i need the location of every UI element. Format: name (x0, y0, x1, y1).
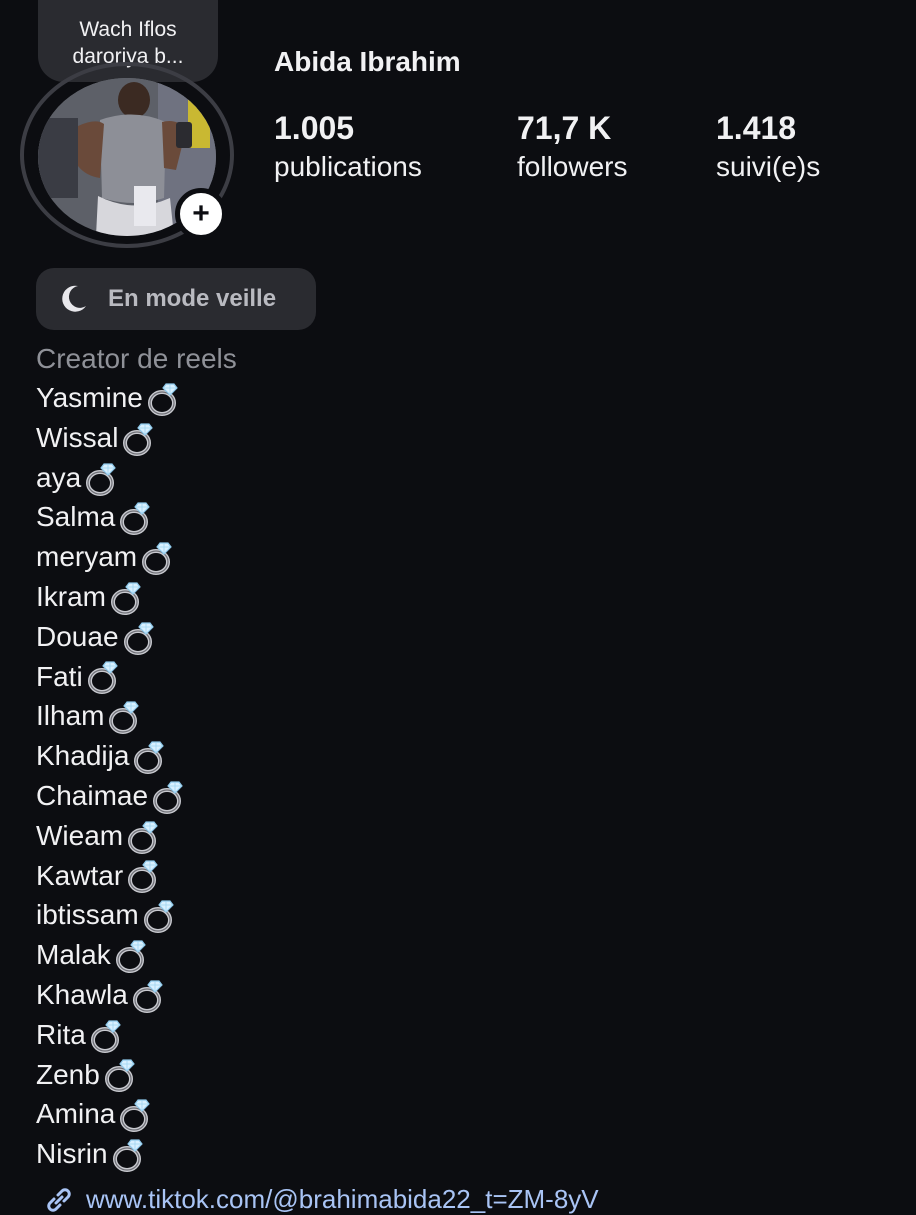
bio-name-text: Yasmine (36, 382, 143, 413)
bio-name-item: ibtissam (36, 895, 237, 935)
stat-followers-label: followers (517, 151, 628, 182)
bio-name-item: Zenb (36, 1055, 237, 1095)
bio-name-text: Salma (36, 501, 116, 533)
stat-following-value: 1.418 (716, 110, 797, 146)
ring-icon (124, 855, 164, 895)
ring-icon (105, 696, 145, 736)
bio-name-item: Rita (36, 1015, 237, 1055)
bio-name-item: Wieam (36, 816, 237, 856)
stat-followers[interactable]: 71,7 K followers (517, 108, 627, 186)
ring-icon (124, 816, 164, 856)
ring-icon (116, 1094, 156, 1134)
bio-name-text: Wissal (36, 421, 119, 453)
bio-name-text: Khadija (36, 740, 130, 772)
bio-name-text: Chaimae (36, 779, 149, 811)
stat-following-label: suivi(e)s (716, 151, 821, 182)
bio-name-item: Ilham (36, 696, 237, 736)
bio-name-item: Yasmine (36, 378, 237, 418)
moon-icon (62, 285, 86, 312)
bio-name-text: Khawla (36, 978, 128, 1010)
bio-category: Creator de reels (36, 343, 237, 374)
bio-name-text: Rita (36, 1018, 86, 1050)
ring-icon (84, 656, 124, 696)
ring-icon (129, 975, 169, 1015)
add-story-button[interactable]: + (175, 188, 227, 240)
bio-name-text: Amina (36, 1098, 116, 1130)
bio-name-text: Ilham (36, 700, 105, 732)
ring-icon (109, 1134, 149, 1174)
plus-icon: + (192, 197, 210, 230)
status-label: En mode veille (108, 285, 277, 312)
bio-name-text: aya (36, 461, 82, 493)
bio-name-text: Kawtar (36, 859, 124, 891)
bio-name-item: Chaimae (36, 776, 237, 816)
ring-icon (101, 1054, 141, 1094)
bio-name-list: Yasmine Wissal aya Salma meryam Ikram Douae Fat… (36, 378, 237, 1174)
bio-name-item: Douae (36, 617, 237, 657)
bio-name-item: meryam (36, 537, 237, 577)
bio-name-item: aya (36, 458, 237, 498)
profile-name: Abida Ibrahim (274, 46, 461, 77)
stat-posts-label: publications (274, 151, 422, 182)
ring-icon (82, 458, 122, 498)
bio-name-text: Fati (36, 660, 83, 692)
ring-icon (107, 577, 147, 617)
bio: Creator de reels Yasmine Wissal aya Salma me… (36, 340, 237, 1174)
note-text: Wach Iflos daroriya b... (72, 18, 184, 68)
bio-name-item: Khadija (36, 736, 237, 776)
bio-name-item: Nisrin (36, 1134, 237, 1174)
bio-name-item: Fati (36, 657, 237, 697)
bio-name-item: Amina (36, 1094, 237, 1134)
ring-icon (130, 736, 170, 776)
ring-icon (149, 776, 189, 816)
bio-name-text: Nisrin (36, 1138, 108, 1170)
bio-name-text: Malak (36, 939, 111, 971)
status-pill[interactable]: En mode veille (36, 268, 316, 330)
bio-name-text: Zenb (36, 1058, 100, 1090)
stat-following[interactable]: 1.418 suivi(e)s (716, 108, 820, 186)
ring-icon (112, 935, 152, 975)
bio-name-item: Khawla (36, 975, 237, 1015)
stat-posts[interactable]: 1.005 publications (274, 108, 422, 186)
bio-name-text: Ikram (36, 580, 106, 612)
ring-icon (119, 418, 159, 458)
bio-name-text: ibtissam (36, 899, 139, 931)
bio-name-text: Wieam (36, 819, 124, 851)
bio-name-item: Wissal (36, 418, 237, 458)
ring-icon (140, 895, 180, 935)
ring-icon (87, 1015, 127, 1055)
bio-name-text: meryam (36, 541, 138, 573)
ring-icon (116, 497, 156, 537)
stat-posts-value: 1.005 (274, 110, 355, 146)
bio-name-item: Salma (36, 497, 237, 537)
bio-name-item: Kawtar (36, 856, 237, 896)
bio-name-item: Ikram (36, 577, 237, 617)
ring-icon (120, 617, 160, 657)
bio-name-item: Malak (36, 935, 237, 975)
ring-icon (138, 537, 178, 577)
ring-icon (144, 378, 184, 418)
bio-name-text: Douae (36, 620, 119, 652)
stat-followers-value: 71,7 K (517, 110, 612, 146)
